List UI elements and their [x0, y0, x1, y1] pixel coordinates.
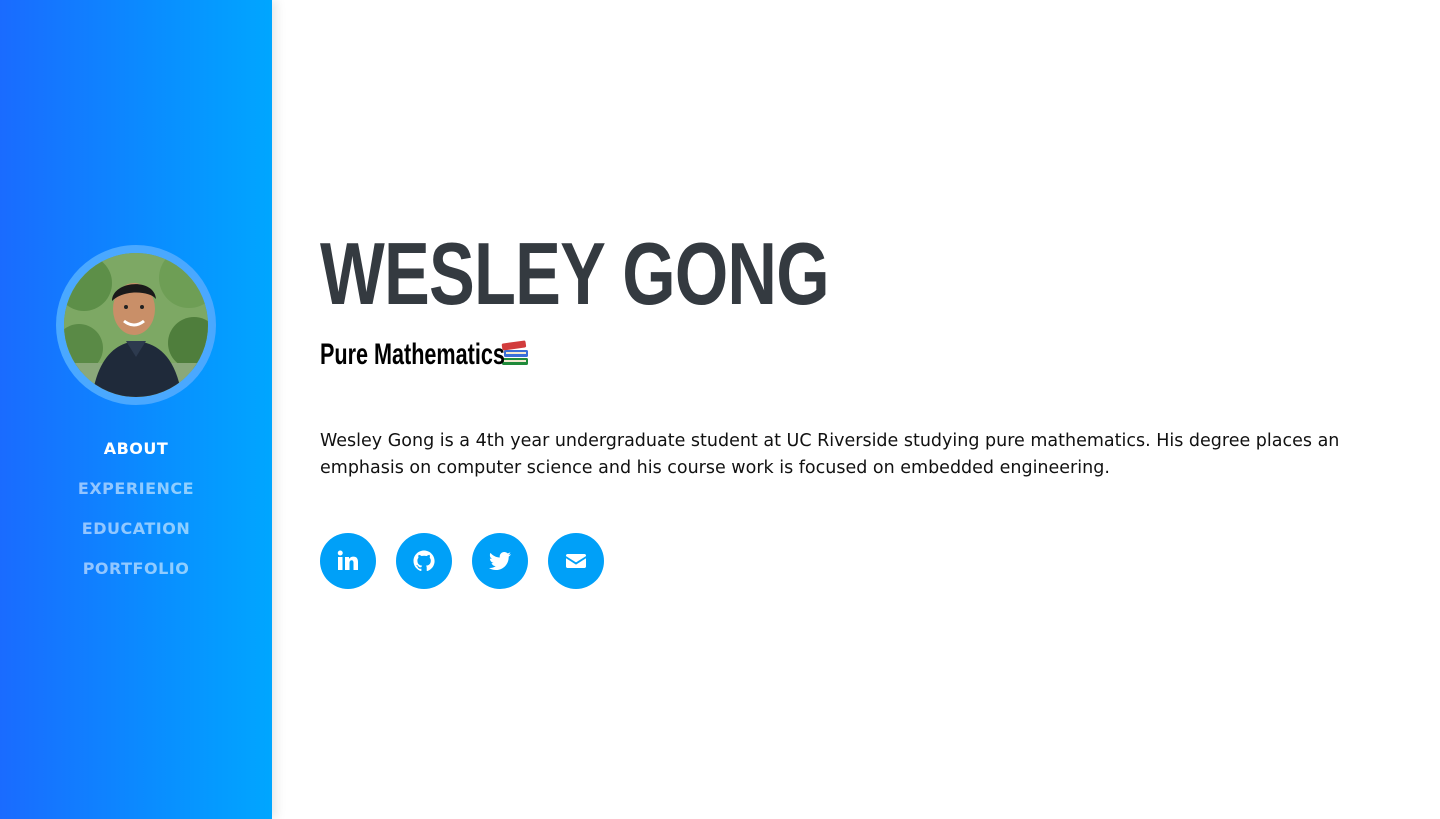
social-links — [320, 533, 604, 589]
linkedin-icon — [336, 549, 360, 573]
github-button[interactable] — [396, 533, 452, 589]
email-icon — [564, 549, 588, 573]
twitter-button[interactable] — [472, 533, 528, 589]
nav-item-about[interactable]: ABOUT — [0, 428, 272, 468]
linkedin-button[interactable] — [320, 533, 376, 589]
profile-photo — [64, 253, 208, 397]
page-title: WESLEY GONG — [320, 224, 830, 323]
avatar — [56, 245, 216, 405]
email-button[interactable] — [548, 533, 604, 589]
sidebar-nav: ABOUT EXPERIENCE EDUCATION PORTFOLIO — [0, 428, 272, 588]
nav-item-education[interactable]: EDUCATION — [0, 508, 272, 548]
bio-text: Wesley Gong is a 4th year undergraduate … — [320, 431, 1340, 478]
github-icon — [412, 549, 436, 573]
subtitle: Pure Mathematics — [320, 336, 530, 374]
nav-item-experience[interactable]: EXPERIENCE — [0, 468, 272, 508]
subtitle-text: Pure Mathematics — [320, 338, 505, 371]
nav-item-portfolio[interactable]: PORTFOLIO — [0, 548, 272, 588]
twitter-icon — [488, 549, 512, 573]
sidebar: ABOUT EXPERIENCE EDUCATION PORTFOLIO — [0, 0, 272, 819]
